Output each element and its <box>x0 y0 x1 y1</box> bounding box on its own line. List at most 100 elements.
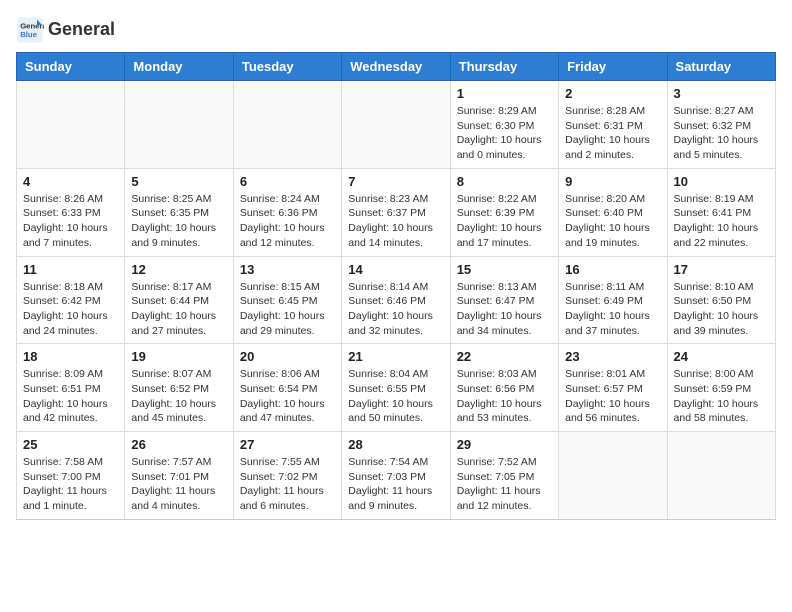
day-info: Sunrise: 8:15 AMSunset: 6:45 PMDaylight:… <box>240 280 335 339</box>
calendar-cell: 23Sunrise: 8:01 AMSunset: 6:57 PMDayligh… <box>559 344 667 432</box>
day-info: Sunrise: 7:55 AMSunset: 7:02 PMDaylight:… <box>240 455 335 514</box>
day-number: 24 <box>674 349 769 364</box>
weekday-header-wednesday: Wednesday <box>342 53 450 81</box>
calendar-cell: 10 Sunrise: 8:19 AMSunset: 6:41 PMDayligh… <box>667 168 775 256</box>
day-number: 5 <box>131 174 226 189</box>
calendar-cell: 4 Sunrise: 8:26 AMSunset: 6:33 PMDaylight… <box>17 168 125 256</box>
day-info: Sunrise: 8:29 AMSunset: 6:30 PMDaylight:… <box>457 104 552 163</box>
weekday-header-monday: Monday <box>125 53 233 81</box>
calendar-week-row: 4 Sunrise: 8:26 AMSunset: 6:33 PMDaylight… <box>17 168 776 256</box>
calendar-cell: 6 Sunrise: 8:24 AMSunset: 6:36 PMDaylight… <box>233 168 341 256</box>
calendar-cell: 29 Sunrise: 7:52 AMSunset: 7:05 PMDayligh… <box>450 432 558 520</box>
day-number: 21 <box>348 349 443 364</box>
day-number: 6 <box>240 174 335 189</box>
day-number: 12 <box>131 262 226 277</box>
calendar-cell: 28Sunrise: 7:54 AMSunset: 7:03 PMDayligh… <box>342 432 450 520</box>
weekday-header-saturday: Saturday <box>667 53 775 81</box>
day-info: Sunrise: 8:26 AMSunset: 6:33 PMDaylight:… <box>23 192 118 251</box>
day-number: 14 <box>348 262 443 277</box>
day-info: Sunrise: 8:13 AMSunset: 6:47 PMDaylight:… <box>457 280 552 339</box>
day-number: 10 <box>674 174 769 189</box>
day-number: 28 <box>348 437 443 452</box>
calendar-week-row: 25 Sunrise: 7:58 AMSunset: 7:00 PMDayligh… <box>17 432 776 520</box>
day-info: Sunrise: 8:22 AMSunset: 6:39 PMDaylight:… <box>457 192 552 251</box>
day-number: 29 <box>457 437 552 452</box>
logo: General Blue General <box>16 16 115 44</box>
day-info: Sunrise: 8:04 AMSunset: 6:55 PMDaylight:… <box>348 367 443 426</box>
calendar-cell <box>559 432 667 520</box>
weekday-header-tuesday: Tuesday <box>233 53 341 81</box>
calendar-week-row: 18 Sunrise: 8:09 AMSunset: 6:51 PMDayligh… <box>17 344 776 432</box>
day-number: 13 <box>240 262 335 277</box>
calendar-cell: 16 Sunrise: 8:11 AMSunset: 6:49 PMDayligh… <box>559 256 667 344</box>
day-info: Sunrise: 8:10 AMSunset: 6:50 PMDaylight:… <box>674 280 769 339</box>
day-number: 20 <box>240 349 335 364</box>
day-number: 17 <box>674 262 769 277</box>
day-info: Sunrise: 7:57 AMSunset: 7:01 PMDaylight:… <box>131 455 226 514</box>
calendar-cell: 8 Sunrise: 8:22 AMSunset: 6:39 PMDaylight… <box>450 168 558 256</box>
calendar-cell: 19Sunrise: 8:07 AMSunset: 6:52 PMDayligh… <box>125 344 233 432</box>
day-number: 2 <box>565 86 660 101</box>
calendar-cell: 14 Sunrise: 8:14 AMSunset: 6:46 PMDayligh… <box>342 256 450 344</box>
day-number: 7 <box>348 174 443 189</box>
day-info: Sunrise: 8:28 AMSunset: 6:31 PMDaylight:… <box>565 104 660 163</box>
day-info: Sunrise: 7:58 AMSunset: 7:00 PMDaylight:… <box>23 455 118 514</box>
calendar-cell: 11Sunrise: 8:18 AMSunset: 6:42 PMDayligh… <box>17 256 125 344</box>
day-info: Sunrise: 8:23 AMSunset: 6:37 PMDaylight:… <box>348 192 443 251</box>
calendar-cell: 27 Sunrise: 7:55 AMSunset: 7:02 PMDayligh… <box>233 432 341 520</box>
calendar-header-row: SundayMondayTuesdayWednesdayThursdayFrid… <box>17 53 776 81</box>
page-header: General Blue General <box>16 16 776 44</box>
day-info: Sunrise: 8:18 AMSunset: 6:42 PMDaylight:… <box>23 280 118 339</box>
day-number: 4 <box>23 174 118 189</box>
calendar-cell <box>17 81 125 169</box>
calendar-cell: 26 Sunrise: 7:57 AMSunset: 7:01 PMDayligh… <box>125 432 233 520</box>
calendar-cell <box>233 81 341 169</box>
calendar-cell <box>667 432 775 520</box>
day-number: 26 <box>131 437 226 452</box>
day-info: Sunrise: 8:07 AMSunset: 6:52 PMDaylight:… <box>131 367 226 426</box>
day-info: Sunrise: 8:17 AMSunset: 6:44 PMDaylight:… <box>131 280 226 339</box>
day-number: 16 <box>565 262 660 277</box>
calendar-cell: 24 Sunrise: 8:00 AMSunset: 6:59 PMDayligh… <box>667 344 775 432</box>
calendar-cell: 5Sunrise: 8:25 AMSunset: 6:35 PMDaylight… <box>125 168 233 256</box>
day-number: 3 <box>674 86 769 101</box>
weekday-header-sunday: Sunday <box>17 53 125 81</box>
calendar-cell: 1 Sunrise: 8:29 AMSunset: 6:30 PMDaylight… <box>450 81 558 169</box>
calendar-cell: 12 Sunrise: 8:17 AMSunset: 6:44 PMDayligh… <box>125 256 233 344</box>
svg-text:Blue: Blue <box>20 30 37 39</box>
day-info: Sunrise: 8:06 AMSunset: 6:54 PMDaylight:… <box>240 367 335 426</box>
day-info: Sunrise: 8:00 AMSunset: 6:59 PMDaylight:… <box>674 367 769 426</box>
weekday-header-thursday: Thursday <box>450 53 558 81</box>
day-info: Sunrise: 8:24 AMSunset: 6:36 PMDaylight:… <box>240 192 335 251</box>
day-info: Sunrise: 8:19 AMSunset: 6:41 PMDaylight:… <box>674 192 769 251</box>
day-number: 18 <box>23 349 118 364</box>
day-info: Sunrise: 8:03 AMSunset: 6:56 PMDaylight:… <box>457 367 552 426</box>
day-info: Sunrise: 7:52 AMSunset: 7:05 PMDaylight:… <box>457 455 552 514</box>
day-info: Sunrise: 8:09 AMSunset: 6:51 PMDaylight:… <box>23 367 118 426</box>
calendar-cell: 13 Sunrise: 8:15 AMSunset: 6:45 PMDayligh… <box>233 256 341 344</box>
calendar-cell: 21 Sunrise: 8:04 AMSunset: 6:55 PMDayligh… <box>342 344 450 432</box>
day-number: 27 <box>240 437 335 452</box>
calendar-cell: 15 Sunrise: 8:13 AMSunset: 6:47 PMDayligh… <box>450 256 558 344</box>
calendar-cell: 7 Sunrise: 8:23 AMSunset: 6:37 PMDaylight… <box>342 168 450 256</box>
day-info: Sunrise: 8:27 AMSunset: 6:32 PMDaylight:… <box>674 104 769 163</box>
calendar-cell <box>125 81 233 169</box>
svg-text:General: General <box>20 22 44 31</box>
day-number: 1 <box>457 86 552 101</box>
calendar-table: SundayMondayTuesdayWednesdayThursdayFrid… <box>16 52 776 520</box>
day-number: 9 <box>565 174 660 189</box>
day-info: Sunrise: 8:14 AMSunset: 6:46 PMDaylight:… <box>348 280 443 339</box>
day-number: 22 <box>457 349 552 364</box>
calendar-cell: 17 Sunrise: 8:10 AMSunset: 6:50 PMDayligh… <box>667 256 775 344</box>
calendar-cell: 22 Sunrise: 8:03 AMSunset: 6:56 PMDayligh… <box>450 344 558 432</box>
day-info: Sunrise: 8:11 AMSunset: 6:49 PMDaylight:… <box>565 280 660 339</box>
logo-icon: General Blue <box>16 16 44 44</box>
calendar-cell: 3 Sunrise: 8:27 AMSunset: 6:32 PMDaylight… <box>667 81 775 169</box>
calendar-week-row: 1 Sunrise: 8:29 AMSunset: 6:30 PMDaylight… <box>17 81 776 169</box>
day-number: 15 <box>457 262 552 277</box>
calendar-cell <box>342 81 450 169</box>
calendar-cell: 2 Sunrise: 8:28 AMSunset: 6:31 PMDaylight… <box>559 81 667 169</box>
day-number: 25 <box>23 437 118 452</box>
day-number: 8 <box>457 174 552 189</box>
day-info: Sunrise: 8:01 AMSunset: 6:57 PMDaylight:… <box>565 367 660 426</box>
